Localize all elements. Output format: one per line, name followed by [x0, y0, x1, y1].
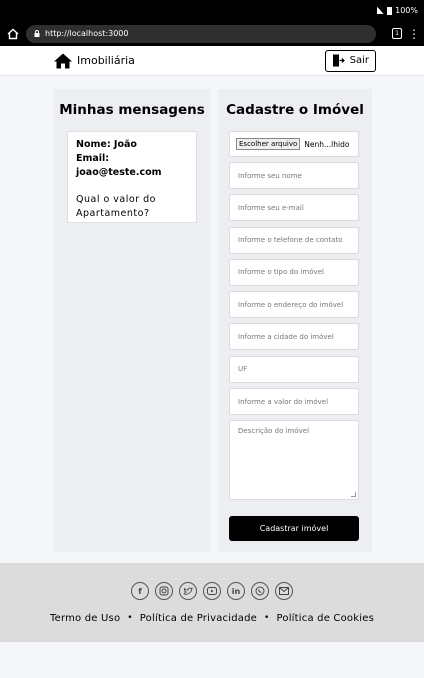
state-input[interactable]: UF	[229, 355, 359, 383]
messages-panel: Minhas mensagens Nome: João Email: joao@…	[54, 89, 210, 552]
logout-label: Sair	[349, 55, 369, 66]
file-status: Nenh...lhido	[304, 139, 350, 149]
url-text: http://localhost:3000	[45, 29, 129, 38]
cookie-policy-link[interactable]: Política de Cookies	[277, 613, 374, 624]
site-footer: f in Termo de Uso • Política de Privacid…	[0, 563, 424, 642]
tab-switcher-button[interactable]: 1	[392, 28, 402, 39]
terms-link[interactable]: Termo de Uso	[50, 613, 120, 624]
phone-input[interactable]: Informe o telefone de contato	[229, 226, 359, 254]
email-icon[interactable]	[275, 582, 293, 600]
site-navbar: Imobiliária Sair	[0, 46, 424, 76]
lock-icon	[34, 30, 40, 37]
browser-menu-icon[interactable]: ⋮	[408, 28, 420, 40]
description-textarea[interactable]: Descrição do imóvel	[229, 420, 359, 501]
submit-property-button[interactable]: Cadastrar imóvel	[229, 516, 359, 542]
link-separator: •	[127, 613, 133, 623]
message-email: joao@teste.com	[76, 167, 162, 178]
battery-icon	[387, 6, 393, 15]
battery-level: 100%	[395, 6, 418, 15]
facebook-icon[interactable]: f	[131, 582, 149, 600]
email-input[interactable]: Informe seu e-mail	[229, 194, 359, 222]
city-input[interactable]: Informe a cidade do imóvel	[229, 323, 359, 351]
link-separator: •	[263, 613, 270, 623]
linkedin-icon[interactable]: in	[227, 582, 245, 600]
logout-icon	[332, 54, 345, 67]
name-input[interactable]: Informe seu nome	[229, 162, 359, 189]
logout-button[interactable]: Sair	[324, 49, 376, 72]
house-icon	[54, 53, 72, 68]
whatsapp-icon[interactable]	[251, 582, 269, 600]
choose-file-button[interactable]: Escolher arquivo	[236, 138, 301, 150]
signal-icon	[377, 7, 385, 14]
image-file-input[interactable]: Escolher arquivo Nenh...lhido	[229, 131, 359, 157]
message-email-label: Email:	[76, 153, 110, 164]
brand[interactable]: Imobiliária	[54, 53, 135, 69]
status-bar: 100%	[0, 0, 424, 21]
footer-links: Termo de Uso • Política de Privacidade •…	[0, 613, 424, 624]
description-placeholder: Descrição do imóvel	[238, 427, 310, 436]
twitter-icon[interactable]	[179, 582, 197, 600]
instagram-icon[interactable]	[155, 582, 173, 600]
address-bar[interactable]: http://localhost:3000	[26, 24, 376, 43]
address-input[interactable]: Informe o endereço do imóvel	[229, 291, 359, 319]
privacy-policy-link[interactable]: Política de Privacidade	[140, 613, 257, 624]
brand-name: Imobiliária	[77, 54, 135, 67]
message-card: Nome: João Email: joao@teste.com Qual o …	[67, 131, 197, 223]
message-sender-name: Nome: João	[76, 139, 137, 150]
property-form: Escolher arquivo Nenh...lhido Informe se…	[229, 131, 359, 542]
browser-toolbar: http://localhost:3000 1 ⋮	[0, 21, 424, 46]
property-type-input[interactable]: Informe o tipo do imóvel	[229, 258, 359, 286]
price-input[interactable]: Informe a valor do imóvel	[229, 388, 359, 416]
youtube-icon[interactable]	[203, 582, 221, 600]
property-form-panel: Cadastre o Imóvel Escolher arquivo Nenh.…	[218, 89, 372, 552]
form-title: Cadastre o Imóvel	[226, 102, 364, 118]
resize-handle-icon[interactable]	[351, 492, 356, 498]
messages-title: Minhas mensagens	[59, 102, 205, 118]
browser-home-icon[interactable]	[6, 27, 20, 41]
message-text: Qual o valor do Apartamento?	[76, 194, 156, 219]
social-links: f in	[0, 582, 424, 600]
